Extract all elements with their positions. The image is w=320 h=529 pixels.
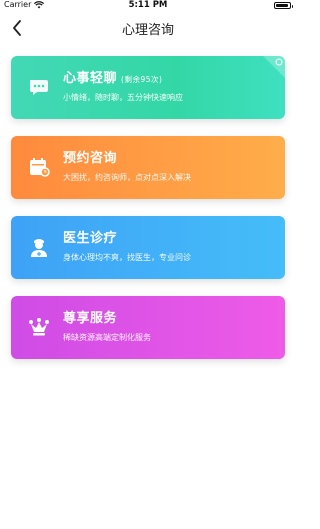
status-time: 5:11 PM: [128, 0, 168, 10]
doctor-icon: [31, 239, 47, 257]
card-subtitle: 稀缺资源高端定制化服务: [63, 333, 151, 342]
card-title-text: 心事轻聊: [63, 71, 118, 86]
card-appointment[interactable]: 预约咨询 大困扰，约咨询师，点对点深入解决: [11, 136, 285, 199]
card-title-text: 预约咨询: [63, 151, 118, 166]
card-title-text: 医生诊疗: [63, 231, 118, 246]
card-title: 尊享服务: [63, 307, 117, 326]
page-title: 心理咨询: [121, 23, 174, 38]
card-subtitle: 小情绪，随时聊，五分钟快速响应: [63, 93, 183, 102]
status-bar: Carrier 5:11 PM: [0, 0, 296, 12]
card-premium[interactable]: 尊享服务 稀缺资源高端定制化服务: [11, 296, 285, 359]
card-title: 医生诊疗: [63, 227, 117, 246]
card-title-text: 尊享服务: [63, 311, 118, 326]
corner-decoration-icon: [263, 56, 285, 78]
card-title: 预约咨询: [63, 147, 117, 166]
remaining-count: (剩余95次): [121, 75, 163, 84]
card-title: 心事轻聊 (剩余95次): [63, 67, 162, 86]
card-subtitle: 大困扰，约咨询师，点对点深入解决: [63, 173, 191, 182]
crown-icon: [29, 318, 49, 336]
battery-icon: [274, 2, 293, 9]
card-subtitle: 身体心理均不爽，找医生，专业问诊: [63, 253, 191, 262]
chat-bubble-icon: [30, 80, 48, 95]
card-doctor[interactable]: 医生诊疗 身体心理均不爽，找医生，专业问诊: [11, 216, 285, 279]
battery-level: [276, 4, 288, 7]
card-chat[interactable]: 心事轻聊 (剩余95次) 小情绪，随时聊，五分钟快速响应: [11, 56, 285, 119]
calendar-icon: [30, 158, 50, 177]
nav-bar: 心理咨询: [0, 12, 296, 44]
